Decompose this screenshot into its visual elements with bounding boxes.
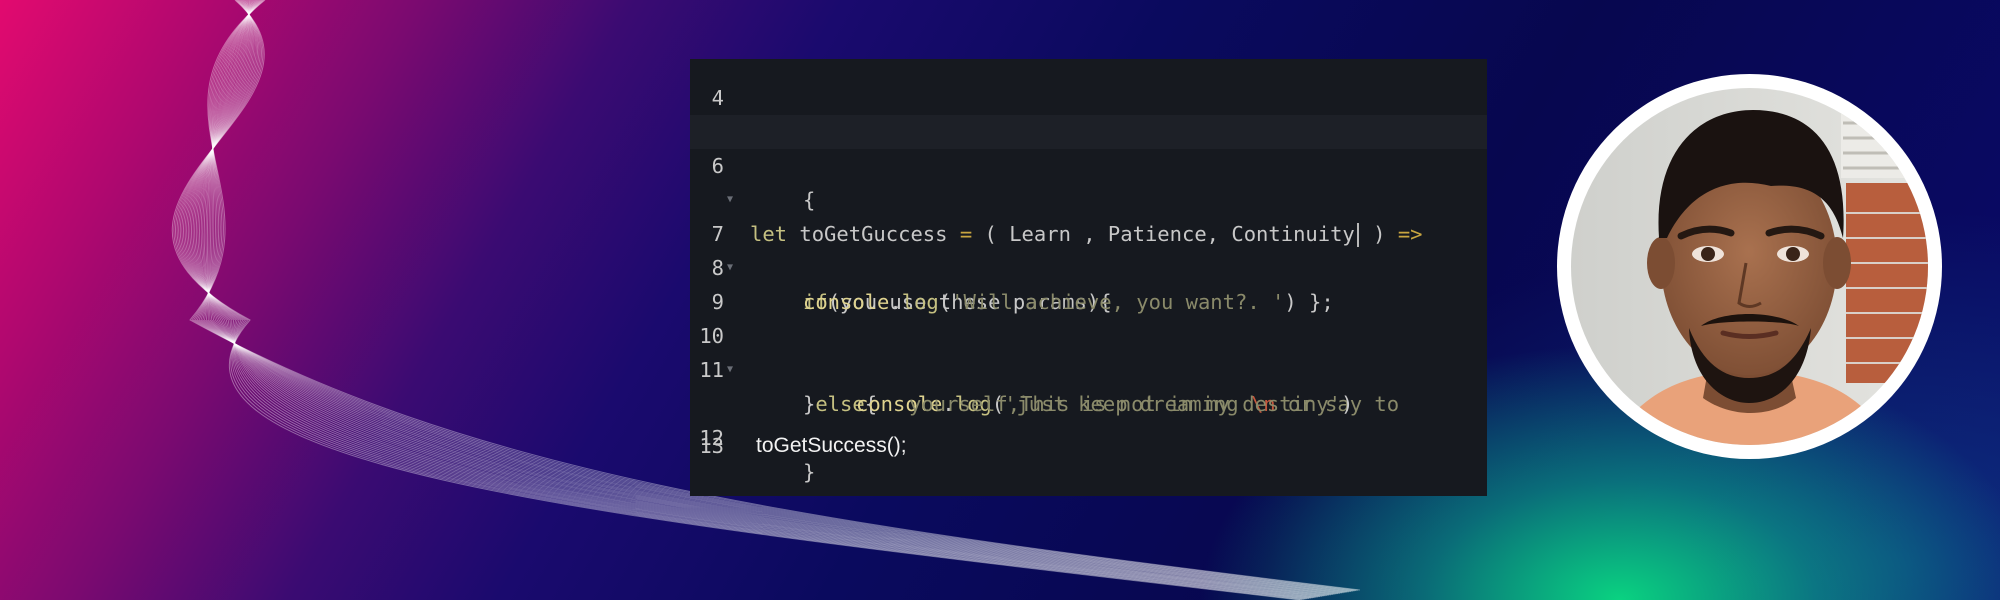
code-line-8: 8 console.log('Will achieve, you want?. …: [690, 217, 1487, 314]
code-editor-window: 4 5 6 ▼ let toGetGuccess = ( Learn , Pat…: [690, 59, 1487, 496]
code-line-12: 12 }: [690, 387, 1487, 484]
banner-background: 4 5 6 ▼ let toGetGuccess = ( Learn , Pat…: [0, 0, 2000, 600]
profile-photo-illustration: [1571, 88, 1928, 445]
function-call-text: toGetSuccess();: [756, 434, 907, 457]
code-line-5: 5: [690, 81, 1487, 144]
code-line-4: 4: [690, 59, 1487, 110]
code-line-11: 11 console.log('just keep dreaming \n or…: [690, 319, 1487, 416]
line-number: 13: [699, 434, 724, 458]
code-line-11-wrap: yourself,This is not in my destiny'): [690, 353, 1487, 416]
code-line-13: 13 toGetSuccess();: [690, 429, 1487, 463]
code-line-6: 6 ▼ let toGetGuccess = ( Learn , Patienc…: [690, 115, 1487, 247]
code-line-10: 10 ▼ }else{: [690, 285, 1487, 416]
profile-photo-icon: [1571, 88, 1928, 445]
code-line-6-wrap: {: [690, 149, 1487, 212]
code-line-7: 7 ▼ if(you use these params){: [690, 183, 1487, 314]
code-line-9: 9: [690, 251, 1487, 314]
